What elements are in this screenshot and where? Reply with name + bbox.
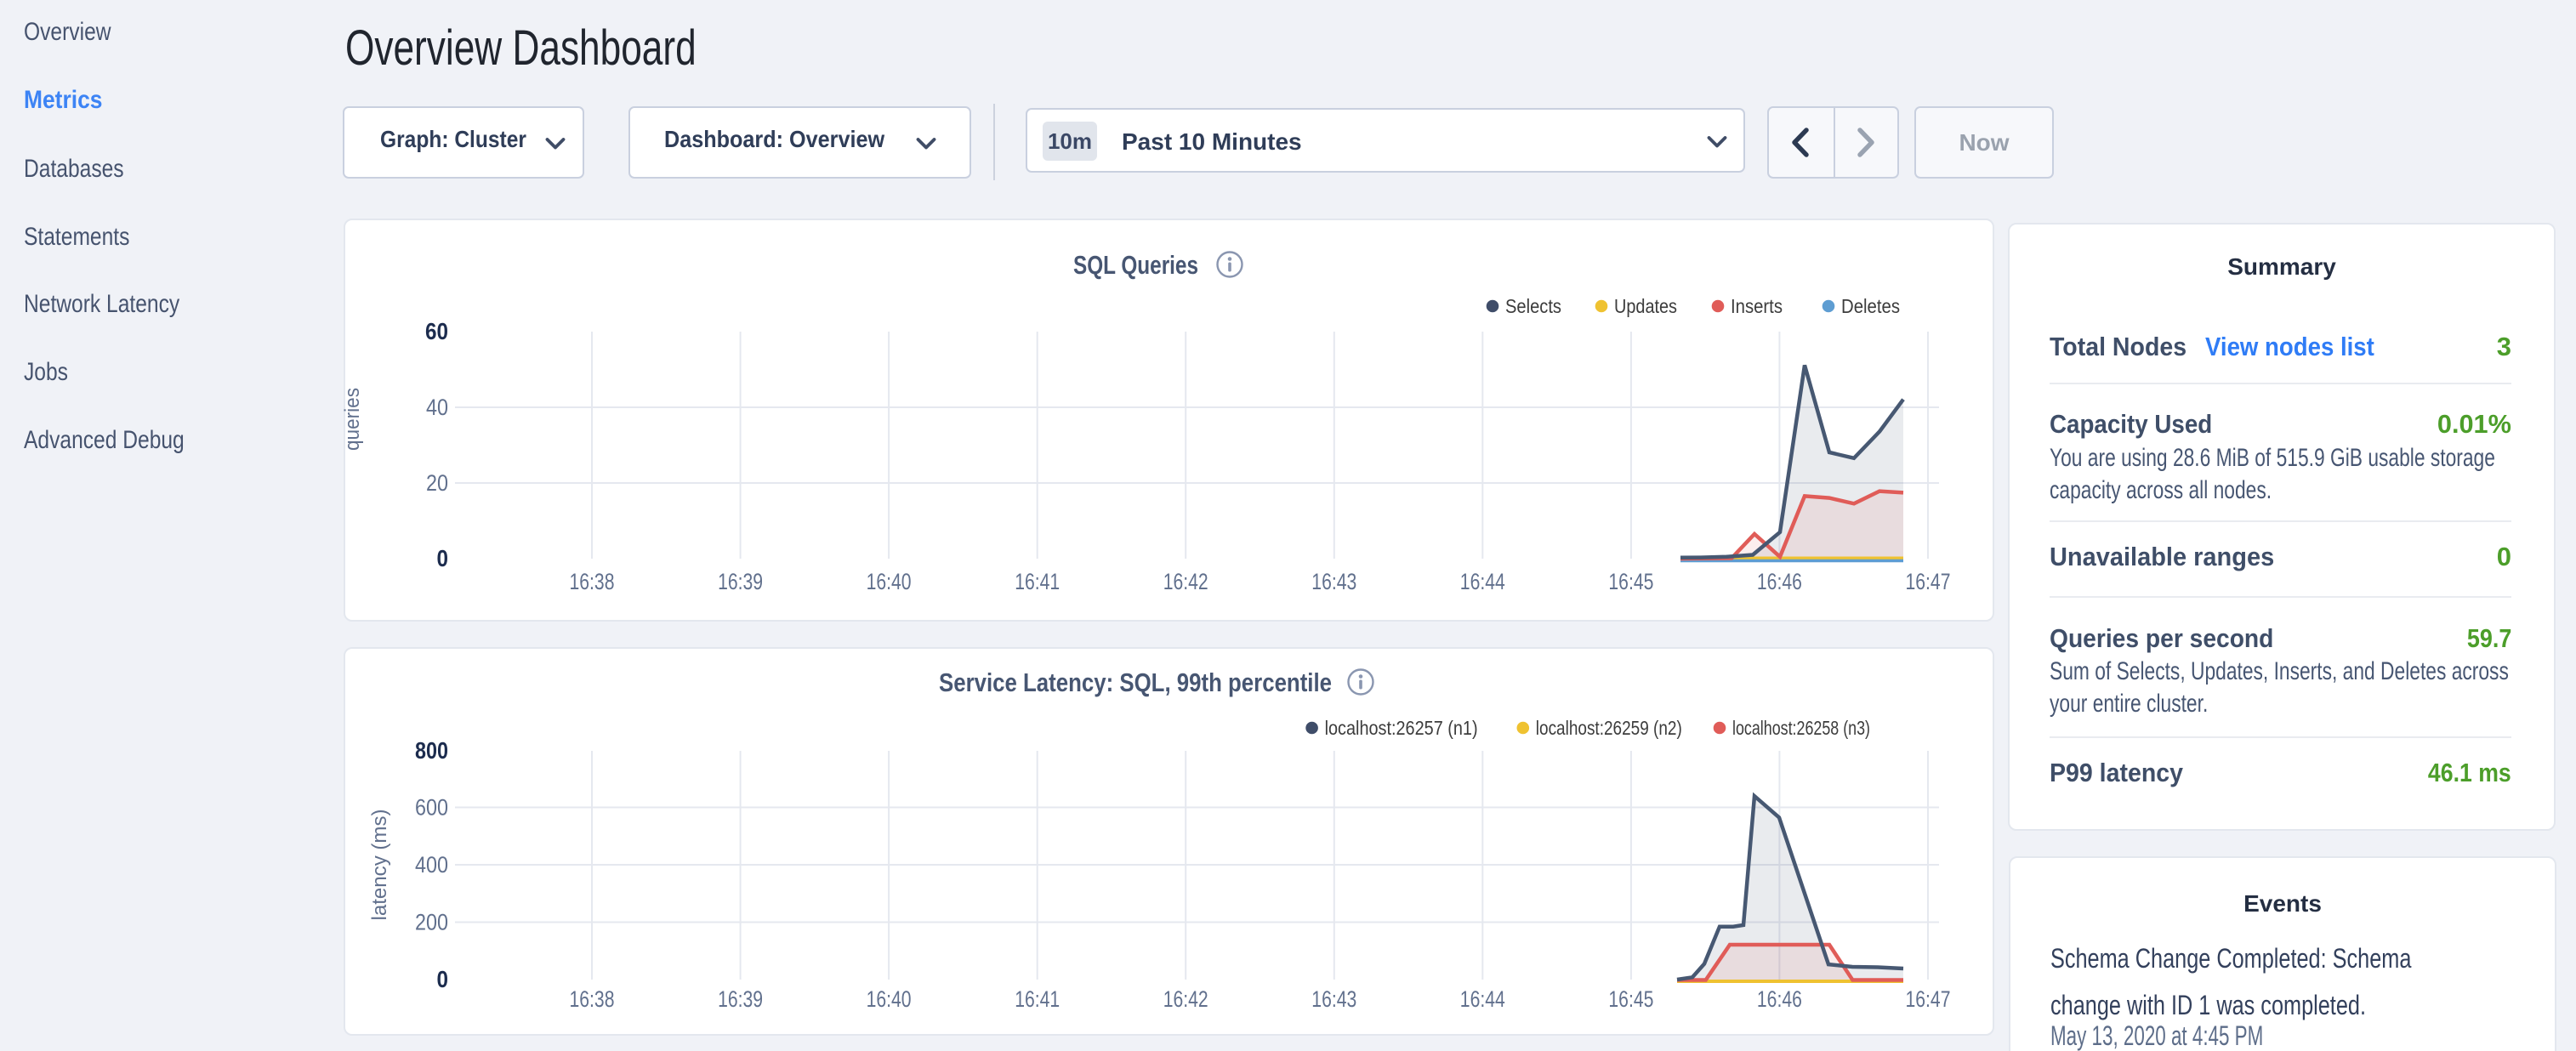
svg-text:16:44: 16:44	[1460, 986, 1505, 1012]
svg-text:Updates: Updates	[1614, 295, 1677, 317]
svg-text:localhost:26257 (n1): localhost:26257 (n1)	[1325, 717, 1478, 739]
svg-text:16:42: 16:42	[1163, 569, 1208, 594]
svg-text:Selects: Selects	[1505, 295, 1561, 317]
svg-text:localhost:26258 (n3): localhost:26258 (n3)	[1732, 717, 1870, 739]
svg-text:16:38: 16:38	[570, 986, 615, 1012]
svg-text:16:40: 16:40	[867, 986, 912, 1012]
svg-text:20: 20	[426, 470, 448, 496]
svg-text:200: 200	[415, 910, 448, 935]
svg-text:16:39: 16:39	[718, 569, 763, 594]
svg-text:0: 0	[437, 545, 449, 571]
svg-text:600: 600	[415, 795, 448, 821]
svg-text:SQL Queries: SQL Queries	[1073, 250, 1198, 280]
svg-text:800: 800	[415, 737, 448, 764]
svg-text:16:44: 16:44	[1460, 569, 1505, 594]
svg-text:0: 0	[437, 966, 449, 992]
svg-text:16:47: 16:47	[1906, 569, 1951, 594]
svg-text:16:39: 16:39	[718, 986, 763, 1012]
svg-text:16:45: 16:45	[1608, 986, 1653, 1012]
svg-text:Inserts: Inserts	[1731, 295, 1783, 317]
svg-text:16:40: 16:40	[867, 569, 912, 594]
svg-text:400: 400	[415, 852, 448, 878]
svg-text:16:41: 16:41	[1015, 986, 1060, 1012]
svg-text:16:38: 16:38	[570, 569, 615, 594]
svg-text:60: 60	[425, 318, 448, 344]
svg-text:16:46: 16:46	[1757, 569, 1802, 594]
svg-text:Deletes: Deletes	[1841, 295, 1900, 317]
svg-text:16:41: 16:41	[1015, 569, 1060, 594]
svg-text:40: 40	[426, 395, 448, 420]
svg-text:16:43: 16:43	[1311, 986, 1356, 1012]
svg-text:localhost:26259 (n2): localhost:26259 (n2)	[1536, 717, 1682, 739]
svg-text:queries: queries	[344, 388, 364, 451]
svg-text:16:47: 16:47	[1906, 986, 1951, 1012]
svg-text:16:42: 16:42	[1163, 986, 1208, 1012]
svg-text:16:45: 16:45	[1608, 569, 1653, 594]
svg-text:16:43: 16:43	[1311, 569, 1356, 594]
svg-text:latency (ms): latency (ms)	[368, 810, 391, 921]
svg-text:Service Latency: SQL, 99th per: Service Latency: SQL, 99th percentile	[939, 668, 1332, 697]
svg-text:16:46: 16:46	[1757, 986, 1802, 1012]
